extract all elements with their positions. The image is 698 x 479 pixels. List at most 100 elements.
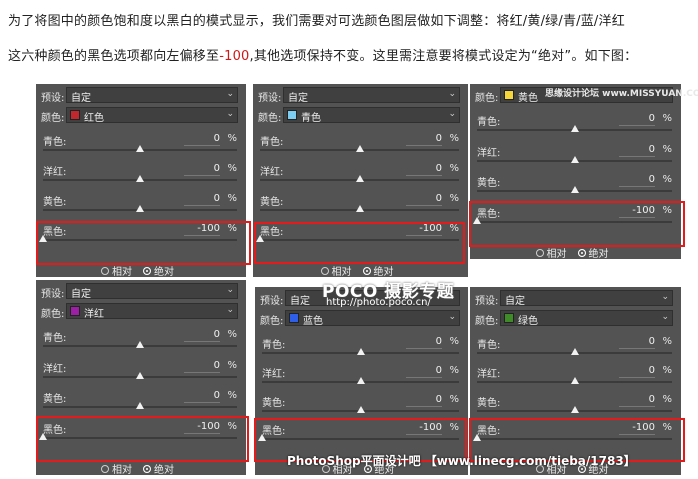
magenta-value-input[interactable]: 0 [184, 163, 220, 176]
yellow-value-input[interactable]: 0 [184, 193, 220, 206]
yellow-slider-thumb[interactable] [136, 402, 144, 409]
absolute-radio[interactable]: 绝对 [143, 461, 174, 475]
magenta-label: 洋红: [477, 147, 501, 159]
radio-unchecked-icon [535, 248, 544, 257]
chevron-down-icon: ⌄ [448, 312, 456, 322]
relative-radio[interactable]: 相对 [101, 263, 132, 277]
cyan-label: 青色: [262, 340, 286, 351]
absolute-radio[interactable]: 绝对 [143, 263, 174, 277]
magenta-value-input[interactable]: 0 [406, 163, 442, 176]
yellow-value-input[interactable]: 0 [406, 193, 442, 206]
preset-select[interactable]: 自定 ⌄ [66, 283, 238, 300]
yellow-slider-thumb[interactable] [355, 205, 364, 212]
magenta-value-input[interactable]: 0 [184, 360, 220, 373]
color-select[interactable]: 洋红 ⌄ [66, 303, 238, 320]
magenta-slider-thumb[interactable] [136, 371, 144, 379]
absolute-radio[interactable]: 绝对 [362, 263, 394, 277]
cyan-slider-thumb[interactable] [356, 348, 365, 355]
chevron-down-icon: ⌄ [226, 285, 234, 295]
yellow-slider-row: 黄色: 0% [470, 174, 681, 200]
magenta-label: 洋红: [260, 167, 284, 178]
magenta-slider-thumb[interactable] [570, 155, 579, 163]
yellow-label: 黄色: [477, 397, 501, 409]
yellow-label: 黄色: [43, 197, 67, 208]
magenta-slider-thumb[interactable] [356, 376, 365, 384]
yellow-slider-thumb[interactable] [356, 405, 365, 413]
yellow-value-input[interactable]: 0 [619, 174, 655, 187]
relative-radio[interactable]: 相对 [320, 263, 352, 277]
watermark-footer-text: PhotoShop平面设计吧 【www.linecg.com/tieba/178… [287, 454, 636, 468]
color-select[interactable]: 绿色 ⌄ [500, 310, 673, 327]
preset-select[interactable]: 自定 ⌄ [500, 290, 673, 307]
color-label: 颜色: [475, 93, 499, 104]
color-select[interactable]: 蓝色 ⌄ [285, 310, 460, 327]
magenta-slider-thumb[interactable] [355, 175, 364, 182]
color-label: 颜色: [475, 316, 499, 327]
color-value: 青色 [301, 113, 321, 124]
yellow-slider-row: 黄色: 0% [36, 390, 246, 416]
percent-label: % [449, 163, 459, 174]
cyan-value-input[interactable]: 0 [619, 336, 655, 349]
magenta-value-input[interactable]: 0 [619, 144, 655, 157]
percent-label: % [227, 390, 237, 401]
yellow-value-input[interactable]: 0 [406, 394, 442, 407]
relative-label: 相对 [112, 267, 132, 277]
percent-label: % [449, 364, 459, 376]
magenta-slider-row: 洋红: 0% [36, 163, 246, 189]
magenta-value-input[interactable]: 0 [406, 365, 442, 378]
absolute-radio[interactable]: 绝对 [577, 245, 609, 259]
color-label: 颜色: [258, 113, 282, 124]
cyan-value-input[interactable]: 0 [406, 336, 442, 349]
yellow-slider-thumb[interactable] [570, 186, 579, 193]
relative-radio[interactable]: 相对 [535, 245, 567, 259]
magenta-slider-thumb[interactable] [570, 376, 579, 384]
preset-select[interactable]: 自定 ⌄ [283, 87, 460, 104]
black-slider-highlight [469, 201, 685, 247]
yellow-slider-row: 黄色: 0% [36, 193, 246, 219]
cyan-slider-thumb[interactable] [570, 348, 579, 355]
magenta-slider-thumb[interactable] [136, 175, 144, 182]
cyan-slider-thumb[interactable] [136, 341, 144, 348]
cyan-slider-row: 青色: 0% [255, 336, 468, 362]
color-swatch [287, 110, 297, 120]
radio-unchecked-icon [101, 266, 109, 275]
black-slider-highlight [36, 221, 251, 265]
watermark-footer: PhotoShop平面设计吧 【www.linecg.com/tieba/178… [287, 452, 636, 469]
percent-label: % [227, 193, 237, 204]
preset-row: 预设: 自定 ⌄ [470, 289, 681, 309]
intro-line-2-value: -100 [219, 49, 250, 64]
relative-radio[interactable]: 相对 [101, 461, 132, 475]
color-swatch [70, 110, 80, 120]
preset-select[interactable]: 自定 ⌄ [66, 87, 238, 104]
chevron-down-icon: ⌄ [661, 292, 669, 302]
radio-unchecked-icon [101, 464, 109, 473]
percent-label: % [227, 359, 237, 371]
color-select[interactable]: 红色 ⌄ [66, 107, 238, 124]
color-select[interactable]: 青色 ⌄ [283, 107, 460, 124]
preset-value: 自定 [71, 93, 91, 104]
cyan-value-input[interactable]: 0 [184, 329, 220, 342]
cyan-value-input[interactable]: 0 [184, 133, 220, 146]
percent-label: % [662, 174, 672, 185]
yellow-value-input[interactable]: 0 [184, 390, 220, 403]
percent-label: % [449, 133, 459, 144]
cyan-slider-thumb[interactable] [355, 145, 364, 152]
magenta-label: 洋红: [262, 368, 286, 380]
yellow-slider-row: 黄色: 0% [255, 394, 468, 420]
radio-checked-icon [362, 266, 371, 275]
yellow-value-input[interactable]: 0 [619, 394, 655, 407]
cyan-value-input[interactable]: 0 [406, 133, 442, 146]
cyan-slider-thumb[interactable] [570, 125, 579, 132]
cyan-slider-row: 青色: 0% [36, 133, 246, 159]
radio-checked-icon [577, 248, 586, 257]
cyan-slider-thumb[interactable] [136, 145, 144, 152]
magenta-value-input[interactable]: 0 [619, 365, 655, 378]
yellow-slider-thumb[interactable] [570, 405, 579, 413]
color-row: 颜色: 红色 ⌄ [36, 106, 246, 126]
yellow-slider-thumb[interactable] [136, 205, 144, 212]
cyan-value-input[interactable]: 0 [619, 113, 655, 126]
cyan-label: 青色: [477, 117, 501, 128]
percent-label: % [662, 143, 672, 155]
color-row: 颜色: 蓝色 ⌄ [255, 309, 468, 329]
intro-line-1: 为了将图中的颜色饱和度以黑白的模式显示，我们需要对可选颜色图层做如下调整：将红/… [8, 10, 625, 29]
